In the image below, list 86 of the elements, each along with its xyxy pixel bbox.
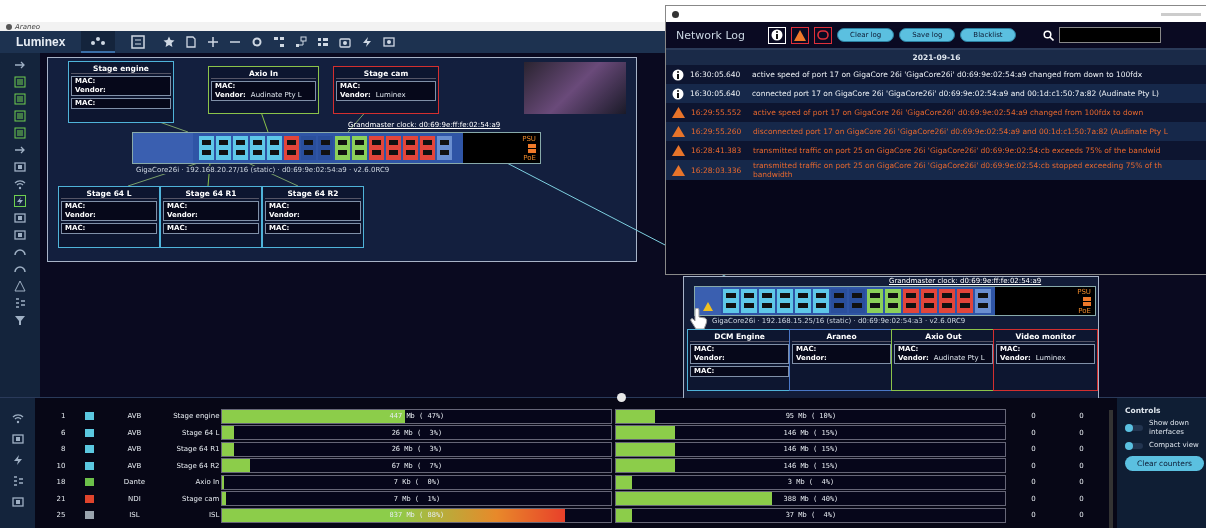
arrow-icon[interactable] (14, 144, 26, 156)
switch-port[interactable] (849, 289, 865, 313)
error-filter-button[interactable] (814, 26, 833, 44)
warning-icon (703, 302, 713, 311)
network-icon[interactable] (295, 36, 308, 48)
grid-icon[interactable] (14, 76, 26, 88)
switch-port[interactable] (885, 289, 901, 313)
toggle-switch[interactable] (1125, 442, 1143, 449)
grid-icon[interactable] (317, 36, 330, 48)
tree-icon[interactable] (14, 297, 26, 309)
topology-icon (90, 36, 107, 46)
switch-port[interactable] (233, 136, 248, 160)
warning-icon (672, 164, 685, 176)
info-icon (672, 87, 684, 100)
info-filter-button[interactable] (768, 26, 787, 44)
grid-icon[interactable] (14, 110, 26, 122)
switch-port[interactable] (318, 136, 333, 160)
bolt-icon[interactable] (361, 36, 374, 48)
box-icon[interactable] (14, 161, 26, 173)
bolt-icon[interactable] (11, 454, 24, 466)
switch-faceplate (695, 287, 721, 315)
toggle-switch[interactable] (1125, 425, 1143, 431)
warning-icon[interactable] (14, 280, 26, 292)
switch-port[interactable] (903, 289, 919, 313)
switch-port[interactable] (759, 289, 775, 313)
switch-port[interactable] (831, 289, 847, 313)
box-icon[interactable] (14, 229, 26, 241)
switch-port[interactable] (777, 289, 793, 313)
star-icon[interactable] (163, 36, 176, 48)
plus-icon[interactable] (207, 36, 220, 48)
wifi-icon[interactable] (14, 178, 26, 190)
info-icon (672, 68, 684, 81)
switch-port[interactable] (386, 136, 401, 160)
box-icon[interactable] (14, 212, 26, 224)
box-icon[interactable] (11, 433, 24, 445)
switch-port[interactable] (957, 289, 973, 313)
switch-port[interactable] (199, 136, 214, 160)
switch-port[interactable] (813, 289, 829, 313)
list-icon (131, 35, 146, 49)
wifi-icon[interactable] (11, 412, 24, 424)
error-icon (817, 30, 830, 40)
switch-port[interactable] (921, 289, 937, 313)
gauge-icon[interactable] (14, 263, 26, 275)
switch-port[interactable] (369, 136, 384, 160)
grid-icon[interactable] (14, 127, 26, 139)
switch-port[interactable] (267, 136, 282, 160)
switch-port[interactable] (437, 136, 452, 160)
screen-icon[interactable] (383, 36, 396, 48)
page-icon[interactable] (185, 36, 198, 48)
switch-port[interactable] (352, 136, 367, 160)
switch-port[interactable] (975, 289, 991, 313)
app-logo-icon (672, 10, 679, 18)
switch-port[interactable] (301, 136, 316, 160)
warning-icon (672, 145, 685, 156)
app-logo-icon (6, 23, 12, 30)
brand-logo: Luminex (16, 35, 66, 49)
gauge-icon[interactable] (14, 246, 26, 258)
log-title: Network Log (676, 28, 746, 42)
switch-port[interactable] (284, 136, 299, 160)
box-icon[interactable] (11, 496, 24, 508)
search-field[interactable] (1058, 27, 1161, 43)
warning-icon (672, 107, 685, 118)
switch-faceplate (133, 133, 193, 163)
switch-port[interactable] (939, 289, 955, 313)
switch-port[interactable] (867, 289, 883, 313)
grid-icon[interactable] (14, 93, 26, 105)
switch-port[interactable] (723, 289, 739, 313)
switch-port[interactable] (795, 289, 811, 313)
warning-icon (794, 29, 807, 41)
switch-port[interactable] (420, 136, 435, 160)
info-icon (771, 29, 784, 41)
tree-icon[interactable] (11, 475, 24, 487)
switch-port[interactable] (403, 136, 418, 160)
warning-filter-button[interactable] (791, 26, 810, 44)
filter-icon[interactable] (14, 314, 26, 326)
switch-port[interactable] (250, 136, 265, 160)
search-icon (1042, 29, 1054, 41)
switch-port[interactable] (335, 136, 350, 160)
warning-icon (672, 126, 685, 137)
view-tab[interactable] (81, 31, 116, 53)
switch-port[interactable] (216, 136, 231, 160)
resize-handle-icon[interactable] (617, 393, 627, 402)
switch-port[interactable] (741, 289, 757, 313)
bolt-icon[interactable] (14, 195, 26, 207)
hand-cursor-icon (689, 308, 709, 330)
arrow-icon[interactable] (14, 59, 26, 71)
